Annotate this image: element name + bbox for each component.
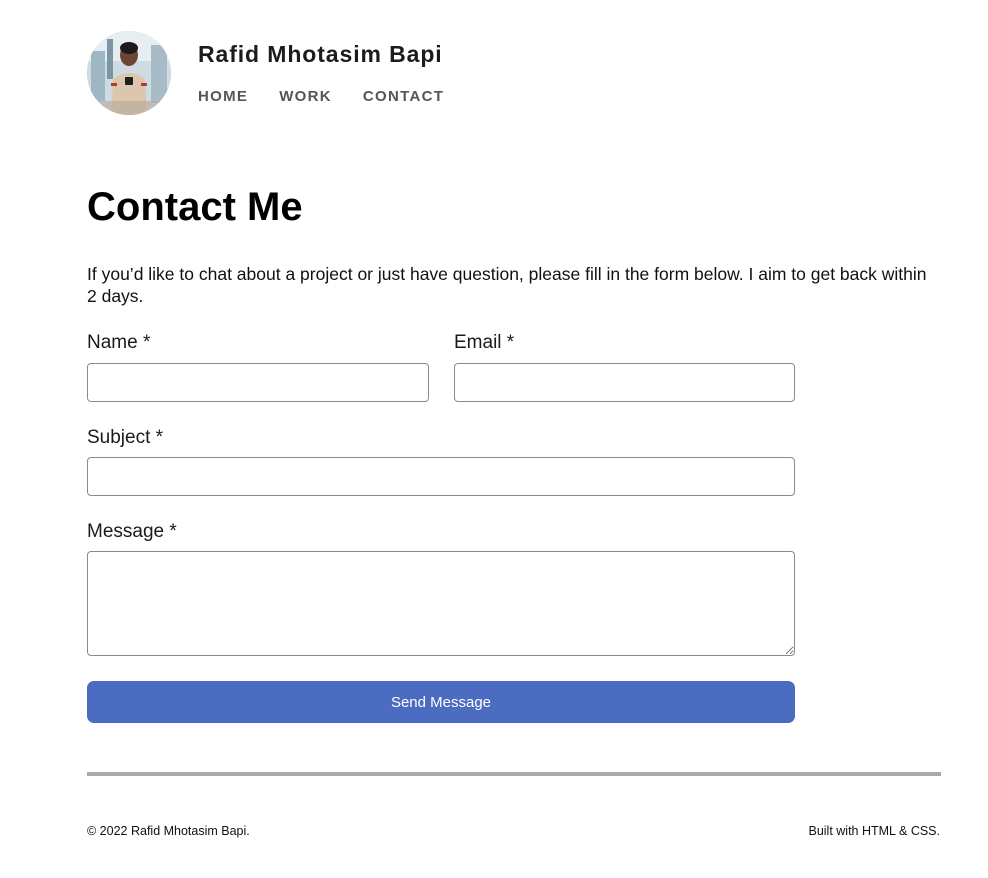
avatar — [87, 31, 171, 115]
name-label: Name * — [87, 332, 151, 353]
main-nav: HOME WORK CONTACT — [198, 88, 475, 106]
nav-home[interactable]: HOME — [198, 88, 248, 106]
page-title: Contact Me — [87, 185, 303, 229]
email-label: Email * — [454, 332, 515, 353]
subject-label: Subject * — [87, 427, 164, 448]
copyright-text: © 2022 Rafid Mhotasim Bapi. — [87, 824, 250, 838]
message-label: Message * — [87, 521, 177, 542]
footer-divider — [87, 772, 941, 776]
email-input[interactable] — [454, 363, 795, 402]
subject-input[interactable] — [87, 457, 795, 496]
message-textarea[interactable] — [87, 551, 795, 656]
built-with-text: Built with HTML & CSS. — [808, 824, 940, 838]
site-name[interactable]: Rafid Mhotasim Bapi — [198, 41, 475, 67]
intro-text: If you’d like to chat about a project or… — [87, 264, 927, 306]
name-input[interactable] — [87, 363, 429, 402]
avatar-photo — [87, 31, 171, 115]
nav-contact[interactable]: CONTACT — [363, 88, 444, 106]
send-message-button[interactable]: Send Message — [87, 681, 795, 723]
nav-work[interactable]: WORK — [279, 88, 332, 106]
site-header: Rafid Mhotasim Bapi HOME WORK CONTACT — [87, 31, 475, 115]
